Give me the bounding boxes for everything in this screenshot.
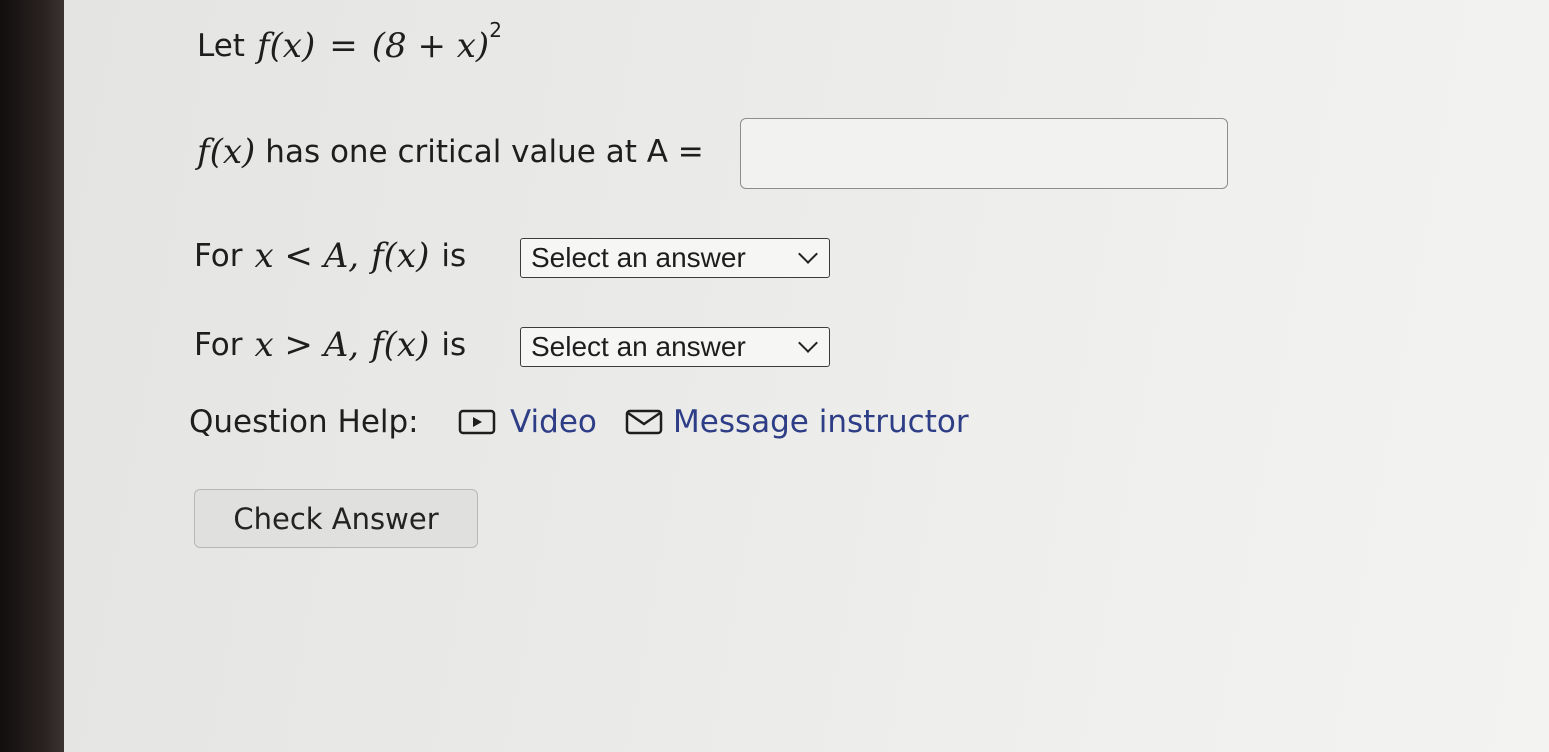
is-word: is bbox=[441, 327, 467, 363]
for-word: For bbox=[194, 327, 243, 363]
function-definition: Let f(x) = (8 + x) 2 bbox=[197, 18, 502, 66]
message-instructor-link[interactable]: Message instructor bbox=[625, 404, 969, 440]
function-exponent: 2 bbox=[489, 18, 502, 42]
chevron-down-icon bbox=[798, 244, 818, 264]
is-word: is bbox=[441, 238, 467, 274]
video-label: Video bbox=[510, 404, 597, 440]
video-link[interactable]: Video bbox=[458, 404, 597, 440]
interval-left-func: f(x) bbox=[371, 236, 430, 276]
video-icon bbox=[458, 409, 496, 435]
critical-func: f(x) bbox=[197, 132, 256, 172]
envelope-icon bbox=[625, 409, 663, 435]
page-background bbox=[64, 0, 1549, 752]
critical-value-input[interactable] bbox=[740, 118, 1228, 189]
help-label: Question Help: bbox=[189, 404, 419, 440]
select-value: Select an answer bbox=[531, 331, 746, 362]
interval-right-select[interactable]: Select an answer bbox=[520, 327, 830, 367]
interval-left-prompt: For x < A, f(x) is bbox=[194, 236, 466, 276]
intro-word: Let bbox=[197, 28, 245, 64]
equals-sign: = bbox=[329, 26, 358, 66]
select-value: Select an answer bbox=[531, 242, 746, 273]
message-label: Message instructor bbox=[673, 404, 969, 440]
condition-less: x < A, bbox=[254, 236, 360, 276]
question-help-label: Question Help: bbox=[189, 404, 419, 440]
for-word: For bbox=[194, 238, 243, 274]
monitor-bezel bbox=[0, 0, 64, 752]
chevron-down-icon bbox=[798, 333, 818, 353]
condition-greater: x > A, bbox=[254, 325, 360, 365]
interval-left-select[interactable]: Select an answer bbox=[520, 238, 830, 278]
function-rhs: (8 + x) bbox=[371, 26, 490, 66]
function-lhs: f(x) bbox=[256, 26, 316, 66]
interval-right-func: f(x) bbox=[371, 325, 430, 365]
critical-value-prompt: f(x) has one critical value at A = bbox=[197, 132, 704, 172]
check-answer-button[interactable]: Check Answer bbox=[194, 489, 478, 548]
critical-label: has one critical value at A = bbox=[265, 134, 704, 170]
interval-right-prompt: For x > A, f(x) is bbox=[194, 325, 466, 365]
